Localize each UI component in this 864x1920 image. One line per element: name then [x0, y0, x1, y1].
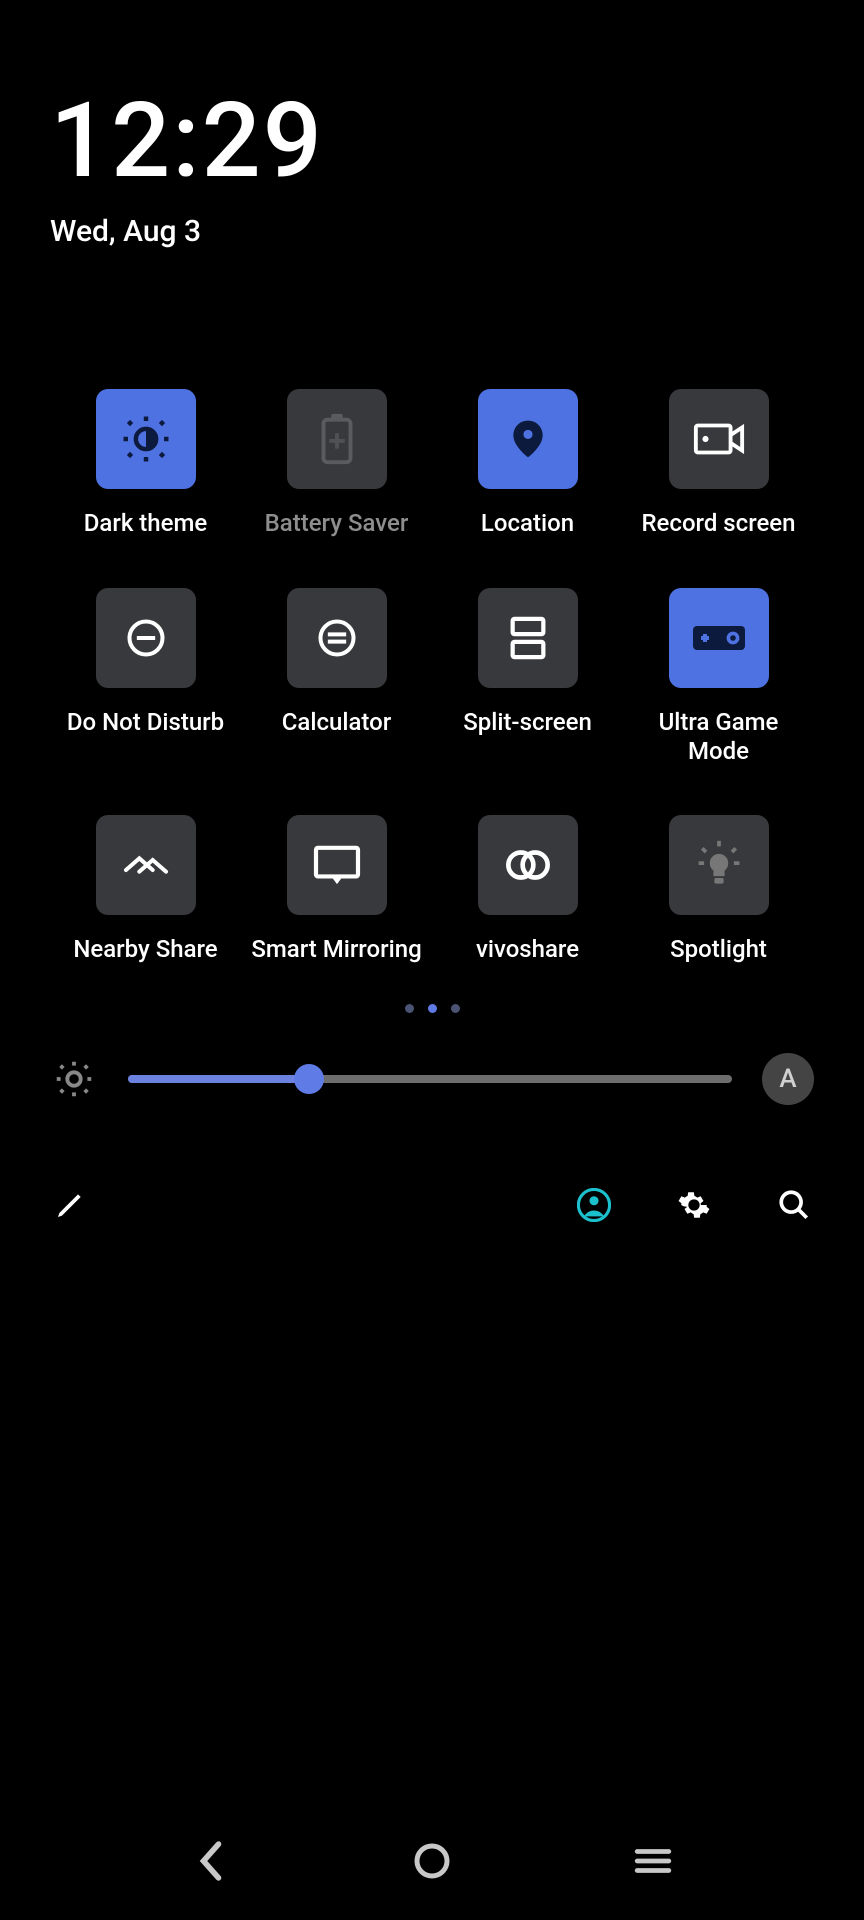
tile-nearby-share-label: Nearby Share: [73, 935, 217, 964]
nav-back-button[interactable]: [187, 1837, 235, 1885]
calculator-icon: [287, 588, 387, 688]
tile-dnd-label: Do Not Disturb: [67, 708, 224, 737]
tile-spotlight-label: Spotlight: [670, 935, 767, 964]
tile-location[interactable]: Location: [432, 389, 623, 538]
tile-record-screen-label: Record screen: [641, 509, 795, 538]
clock-date: Wed, Aug 3: [50, 214, 814, 249]
tile-record-screen[interactable]: Record screen: [623, 389, 814, 538]
tile-nearby-share[interactable]: Nearby Share: [50, 815, 241, 964]
tile-battery-saver[interactable]: Battery Saver: [241, 389, 432, 538]
page-dot-active: [428, 1004, 437, 1013]
gamepad-icon: [669, 588, 769, 688]
brightness-slider[interactable]: [128, 1075, 732, 1083]
brightness-min-icon: [50, 1055, 98, 1103]
page-dot: [405, 1004, 414, 1013]
tile-do-not-disturb[interactable]: Do Not Disturb: [50, 588, 241, 766]
edit-button[interactable]: [50, 1185, 90, 1225]
cast-icon: [287, 815, 387, 915]
vivoshare-icon: [478, 815, 578, 915]
camcorder-icon: [669, 389, 769, 489]
user-profile-button[interactable]: [574, 1185, 614, 1225]
brightness-fill: [128, 1075, 309, 1083]
search-button[interactable]: [774, 1185, 814, 1225]
settings-button[interactable]: [674, 1185, 714, 1225]
page-indicator: [50, 1004, 814, 1013]
location-icon: [478, 389, 578, 489]
split-screen-icon: [478, 588, 578, 688]
brightness-control: A: [50, 1053, 814, 1105]
tile-smart-mirroring[interactable]: Smart Mirroring: [241, 815, 432, 964]
dark-theme-icon: [96, 389, 196, 489]
quick-settings-grid: Dark theme Battery Saver Location: [50, 389, 814, 964]
brightness-thumb[interactable]: [294, 1064, 324, 1094]
quick-settings-panel: 12:29 Wed, Aug 3 Dark theme: [0, 0, 864, 1920]
tile-vivoshare[interactable]: vivoshare: [432, 815, 623, 964]
tile-dark-theme-label: Dark theme: [84, 509, 208, 538]
tile-split-screen[interactable]: Split-screen: [432, 588, 623, 766]
page-dot: [451, 1004, 460, 1013]
tile-calculator-label: Calculator: [282, 708, 391, 737]
nearby-share-icon: [96, 815, 196, 915]
tile-location-label: Location: [481, 509, 574, 538]
panel-actions-row: [50, 1185, 814, 1225]
tile-calculator[interactable]: Calculator: [241, 588, 432, 766]
clock-time: 12:29: [50, 90, 814, 194]
nav-home-button[interactable]: [408, 1837, 456, 1885]
dnd-icon: [96, 588, 196, 688]
nav-recent-button[interactable]: [629, 1837, 677, 1885]
tile-vivoshare-label: vivoshare: [476, 935, 579, 964]
system-nav-bar: [0, 1837, 864, 1885]
battery-icon: [287, 389, 387, 489]
tile-smart-mirroring-label: Smart Mirroring: [251, 935, 421, 964]
tile-ultra-game-mode[interactable]: Ultra Game Mode: [623, 588, 814, 766]
tile-split-screen-label: Split-screen: [463, 708, 592, 737]
tile-battery-saver-label: Battery Saver: [265, 509, 409, 538]
tile-dark-theme[interactable]: Dark theme: [50, 389, 241, 538]
bulb-icon: [669, 815, 769, 915]
auto-brightness-button[interactable]: A: [762, 1053, 814, 1105]
tile-spotlight[interactable]: Spotlight: [623, 815, 814, 964]
tile-ultra-game-label: Ultra Game Mode: [629, 708, 809, 766]
